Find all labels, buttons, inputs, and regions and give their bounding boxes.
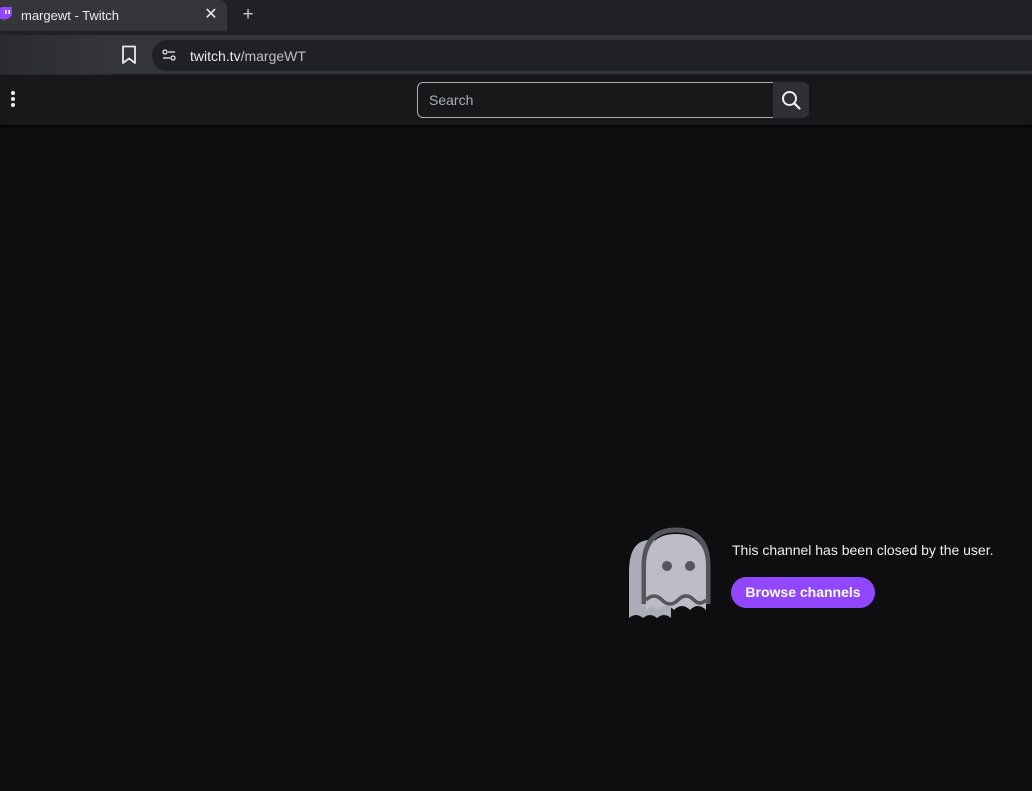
search-button[interactable]	[773, 82, 809, 118]
browse-channels-button[interactable]: Browse channels	[731, 577, 875, 608]
url-text[interactable]: twitch.tv/margeWT	[190, 48, 306, 64]
address-bar[interactable]: twitch.tv/margeWT	[152, 40, 1032, 71]
toolbar-shade	[0, 35, 110, 75]
twitch-logo-icon	[0, 7, 12, 21]
bookmark-icon[interactable]	[121, 45, 137, 65]
close-tab-icon[interactable]: ✕	[203, 7, 219, 23]
channel-closed-message: This channel has been closed by the user…	[732, 542, 994, 558]
browser-tabstrip: margewt - Twitch ✕ +	[0, 0, 1032, 35]
search-input[interactable]	[417, 82, 774, 118]
vertical-dots-icon[interactable]	[8, 91, 18, 109]
search-icon	[782, 91, 801, 110]
browser-tab[interactable]: margewt - Twitch ✕	[0, 0, 227, 31]
url-path: /margeWT	[240, 48, 306, 64]
browser-toolbar: twitch.tv/margeWT	[0, 35, 1032, 75]
twitch-top-nav	[0, 75, 1032, 126]
url-host: twitch.tv	[190, 48, 241, 64]
site-settings-icon[interactable]	[162, 48, 176, 62]
new-tab-button[interactable]: +	[239, 5, 257, 25]
tab-title: margewt - Twitch	[21, 8, 120, 23]
ghost-icon	[629, 527, 711, 618]
